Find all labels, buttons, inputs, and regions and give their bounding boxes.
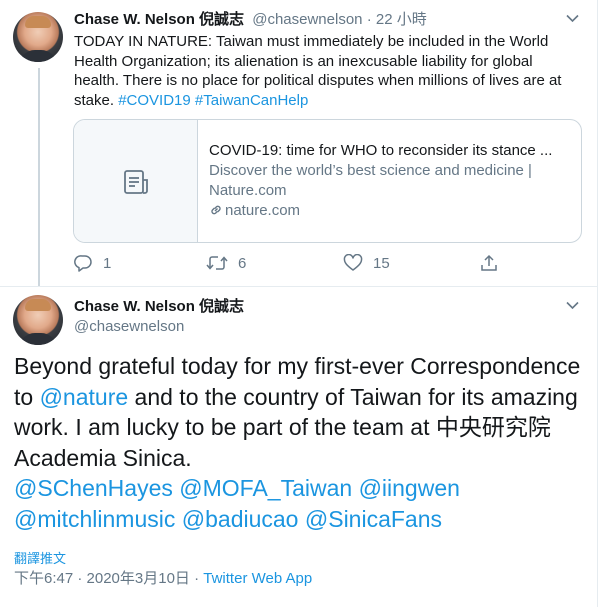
mention-nature[interactable]: @nature <box>40 384 129 410</box>
card-domain-text: nature.com <box>225 202 301 219</box>
tweet-1-actions: 1 6 15 <box>74 254 579 274</box>
card-description: Discover the world’s best science and me… <box>209 162 532 199</box>
chevron-down-icon[interactable] <box>566 298 579 313</box>
tweet-source[interactable]: Twitter Web App <box>203 570 312 587</box>
author-handle[interactable]: @chasewnelson <box>252 11 362 28</box>
mention-sinicafans[interactable]: @SinicaFans <box>305 506 442 532</box>
meta-separator: · <box>194 570 200 587</box>
author-handle[interactable]: @chasewnelson <box>74 317 184 336</box>
link-icon <box>211 205 221 215</box>
share-icon <box>481 254 497 271</box>
tweet-meta: 下午6:47 · 2020年3月10日 · Twitter Web App <box>14 569 312 588</box>
reply-count: 1 <box>103 254 112 272</box>
mention-iingwen[interactable]: @iingwen <box>359 475 460 501</box>
retweet-icon <box>206 256 228 270</box>
tweet-timestamp[interactable]: 下午6:47 · 2020年3月10日 <box>14 570 190 587</box>
share-button[interactable] <box>480 254 498 272</box>
card-title: COVID-19: time for WHO to reconsider its… <box>209 142 553 159</box>
tweet-1-header: Chase W. Nelson 倪誠志 @chasewnelson · 22 小… <box>74 11 427 29</box>
avatar[interactable] <box>13 12 63 62</box>
card-thumbnail <box>74 120 198 242</box>
page-edge <box>597 0 598 607</box>
author-name[interactable]: Chase W. Nelson 倪誠志 <box>74 297 244 316</box>
thread-connector-line <box>38 68 40 286</box>
author-name[interactable]: Chase W. Nelson 倪誠志 <box>74 11 244 28</box>
mention-badiucao[interactable]: @badiucao <box>182 506 299 532</box>
translate-tweet-link[interactable]: 翻譯推文 <box>14 550 66 567</box>
tweet-time[interactable]: 22 小時 <box>376 11 427 28</box>
link-preview-card[interactable]: COVID-19: time for WHO to reconsider its… <box>73 119 582 243</box>
tweet-2-text: Beyond grateful today for my first-ever … <box>14 351 589 534</box>
hashtag-taiwancanhelp[interactable]: #TaiwanCanHelp <box>195 92 308 109</box>
heart-icon <box>343 254 363 271</box>
reply-button[interactable]: 1 <box>74 254 111 272</box>
tweet-divider <box>0 286 597 287</box>
like-button[interactable]: 15 <box>343 254 390 272</box>
document-icon <box>124 170 148 194</box>
mention-mofa-taiwan[interactable]: @MOFA_Taiwan <box>179 475 352 501</box>
like-count: 15 <box>373 254 390 272</box>
mention-mitchlinmusic[interactable]: @mitchlinmusic <box>14 506 175 532</box>
card-domain: nature.com <box>209 201 577 221</box>
retweet-count: 6 <box>238 254 247 272</box>
chevron-down-icon[interactable] <box>566 11 579 26</box>
mention-schenhayes[interactable]: @SChenHayes <box>14 475 173 501</box>
avatar[interactable] <box>13 295 63 345</box>
card-body: COVID-19: time for WHO to reconsider its… <box>209 141 577 221</box>
reply-icon <box>74 255 92 272</box>
tweet-1-text: TODAY IN NATURE: Taiwan must immediately… <box>74 32 579 110</box>
hashtag-covid19[interactable]: #COVID19 <box>118 92 191 109</box>
time-separator: · <box>366 11 372 28</box>
retweet-button[interactable]: 6 <box>206 254 246 272</box>
